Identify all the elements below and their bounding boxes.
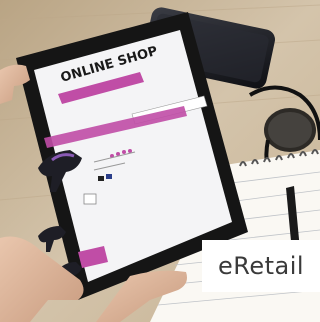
caption-text: eRetail [217, 252, 305, 280]
screen-size-box [83, 193, 97, 205]
caption-box: eRetail [202, 240, 320, 292]
